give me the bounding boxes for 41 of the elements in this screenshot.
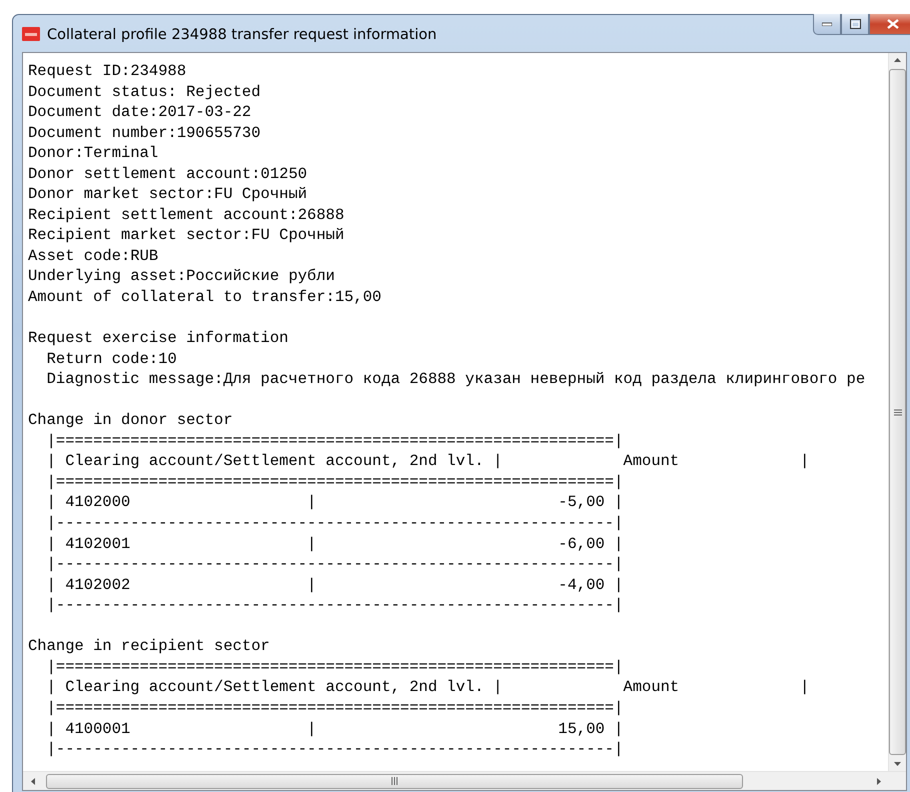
text-line: Change in donor sector xyxy=(28,410,234,431)
text-line: Diagnostic message:Для расчетного кода 26888 указан неверный код раздела клирингового ре xyxy=(46,369,866,390)
text-line: Document date:2017-03-22 xyxy=(28,102,252,123)
text-line: Document status: Rejected xyxy=(28,82,262,102)
text-line: Donor settlement account:01250 xyxy=(28,164,308,184)
text-line: |============================================================| xyxy=(46,698,624,718)
text-line: Request ID:234988 xyxy=(28,61,188,82)
text-line: |------------------------------------------------------------| xyxy=(46,595,624,616)
text-line: |============================================================| xyxy=(46,472,624,492)
scroll-thumb[interactable] xyxy=(46,774,743,788)
close-icon xyxy=(887,19,899,29)
maximize-icon xyxy=(850,19,860,29)
text-line: | 4102000 | -5,00 | xyxy=(46,492,624,514)
text-line: | 4102002 | -4,00 | xyxy=(46,574,624,596)
text-line: |============================================================| xyxy=(46,430,624,452)
minimize-icon xyxy=(822,22,832,26)
text-line: Recipient settlement account:26888 xyxy=(28,204,346,226)
text-line: |------------------------------------------------------------| xyxy=(46,554,624,575)
text-line: |============================================================| xyxy=(46,656,624,678)
text-line: Amount of collateral to transfer:15,00 xyxy=(28,287,382,308)
close-button[interactable] xyxy=(869,14,910,35)
app-icon xyxy=(22,26,40,40)
text-line: Asset code:RUB xyxy=(28,246,160,266)
text-line: | 4102001 | -6,00 | xyxy=(46,534,624,554)
text-line: |------------------------------------------------------------| xyxy=(46,739,624,760)
text-line: | Clearing account/Settlement account, 2nd lvl. | Amount | xyxy=(46,677,810,698)
text-line: |------------------------------------------------------------| xyxy=(46,513,624,534)
text-line: Recipient market sector:FU Срочный xyxy=(28,225,346,246)
window-title: Collateral profile 234988 transfer request information xyxy=(47,26,437,42)
minimize-button[interactable] xyxy=(813,14,841,35)
text-line: Donor:Terminal xyxy=(28,143,160,164)
text-line: Change in recipient sector xyxy=(28,636,271,657)
horizontal-scrollbar[interactable] xyxy=(23,771,906,790)
text-line: Donor market sector:FU Срочный xyxy=(28,184,308,205)
text-line: Return code:10 xyxy=(46,348,178,370)
maximize-button[interactable] xyxy=(841,14,869,35)
text-line: | 4100001 | 15,00 | xyxy=(46,718,624,740)
text-line: Request exercise information xyxy=(28,328,290,349)
text-line: Underlying asset:Российские рубли xyxy=(28,266,336,288)
text-line: | Clearing account/Settlement account, 2nd lvl. | Amount | xyxy=(46,451,810,472)
text-line: Document number:190655730 xyxy=(28,122,262,144)
